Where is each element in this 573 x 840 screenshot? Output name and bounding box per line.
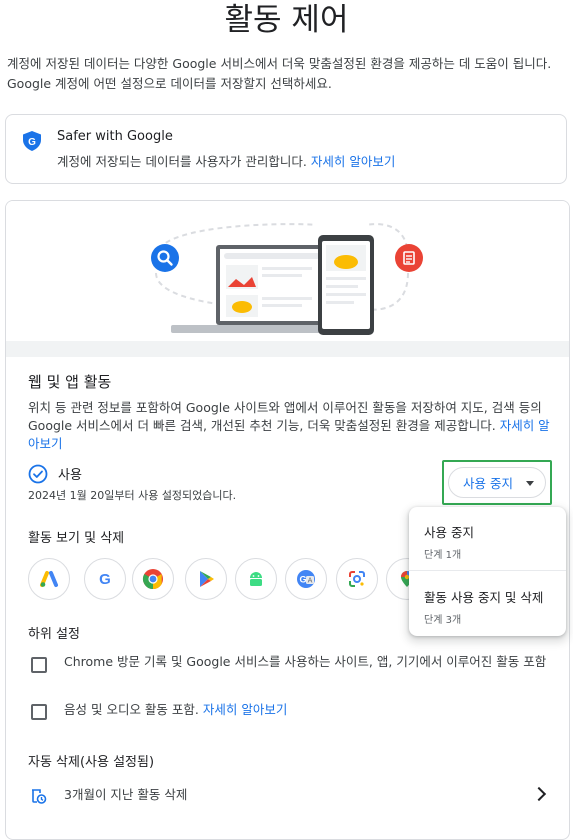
menu-divider [409, 570, 566, 571]
menu-item-pause[interactable]: 사용 중지 단계 1개 [424, 522, 474, 561]
chrome-history-checkbox[interactable] [31, 657, 47, 673]
audio-learn-more-link[interactable]: 자세히 알아보기 [203, 702, 287, 717]
menu-item-pause-label: 사용 중지 [424, 525, 474, 540]
pause-dropdown-menu: 사용 중지 단계 1개 활동 사용 중지 및 삭제 단계 3개 [409, 507, 566, 636]
play-store-icon[interactable] [185, 558, 227, 600]
section-desc-text: 위치 등 관련 정보를 포함하여 Google 사이트와 앱에서 이루어진 활동… [28, 400, 542, 433]
audio-activity-checkbox[interactable] [31, 704, 47, 720]
page-intro: 계정에 저장된 데이터는 다양한 Google 서비스에서 더욱 맞춤설정된 환… [7, 56, 552, 91]
audio-activity-text: 음성 및 오디오 활동 포함. [64, 702, 199, 717]
chrome-history-checkbox-label: Chrome 방문 기록 및 Google 서비스를 사용하는 사이트, 앱, … [64, 654, 547, 669]
svg-text:G: G [99, 571, 111, 588]
google-shield-icon: G [23, 131, 41, 151]
safer-desc-text: 계정에 저장되는 데이터를 사용자가 관리합니다. [57, 154, 307, 169]
chrome-icon[interactable] [132, 558, 174, 600]
menu-item-pause-delete[interactable]: 활동 사용 중지 및 삭제 단계 3개 [424, 587, 543, 626]
section-desc: 위치 등 관련 정보를 포함하여 Google 사이트와 앱에서 이루어진 활동… [28, 399, 553, 453]
document-icon [395, 244, 423, 272]
google-search-icon[interactable]: G [84, 558, 126, 600]
svg-text:G: G [28, 137, 36, 148]
auto-delete-title: 자동 삭제(사용 설정됨) [28, 755, 155, 770]
google-lens-icon[interactable] [336, 558, 378, 600]
status-label: 사용 [58, 468, 82, 483]
devices-illustration [155, 223, 409, 335]
pause-button-label: 사용 중지 [463, 476, 513, 491]
search-icon [151, 244, 179, 272]
section-title: 웹 및 앱 활동 [28, 373, 112, 391]
safer-learn-more-link[interactable]: 자세히 알아보기 [311, 154, 395, 169]
svg-text:A: A [308, 577, 313, 585]
safer-desc: 계정에 저장되는 데이터를 사용자가 관리합니다. 자세히 알아보기 [57, 151, 395, 170]
view-delete-title: 활동 보기 및 삭제 [28, 531, 125, 546]
sub-settings-title: 하위 설정 [28, 627, 80, 642]
status-date: 2024년 1월 20일부터 사용 설정되었습니다. [28, 489, 237, 502]
google-translate-icon[interactable]: GA [285, 558, 327, 600]
audio-activity-checkbox-label: 음성 및 오디오 활동 포함. 자세히 알아보기 [64, 700, 554, 720]
android-icon[interactable] [235, 558, 277, 600]
menu-item-pause-steps: 단계 1개 [424, 550, 462, 561]
caret-down-icon [526, 481, 534, 486]
page-title: 활동 제어 [224, 2, 349, 38]
chevron-right-icon [531, 786, 547, 802]
menu-item-pause-delete-steps: 단계 3개 [424, 615, 462, 626]
google-ads-icon[interactable] [28, 558, 70, 600]
pause-dropdown-button[interactable]: 사용 중지 [448, 467, 546, 498]
auto-delete-icon [32, 789, 47, 804]
auto-delete-label: 3개월이 지난 활동 삭제 [64, 787, 188, 802]
menu-item-pause-delete-label: 활동 사용 중지 및 삭제 [424, 590, 544, 605]
svg-text:G: G [299, 575, 306, 585]
safer-with-google-card: G Safer with Google 계정에 저장되는 데이터를 사용자가 관… [5, 114, 567, 184]
check-circle-icon [28, 464, 48, 484]
hero-illustration [6, 201, 569, 357]
safer-title: Safer with Google [57, 129, 173, 144]
